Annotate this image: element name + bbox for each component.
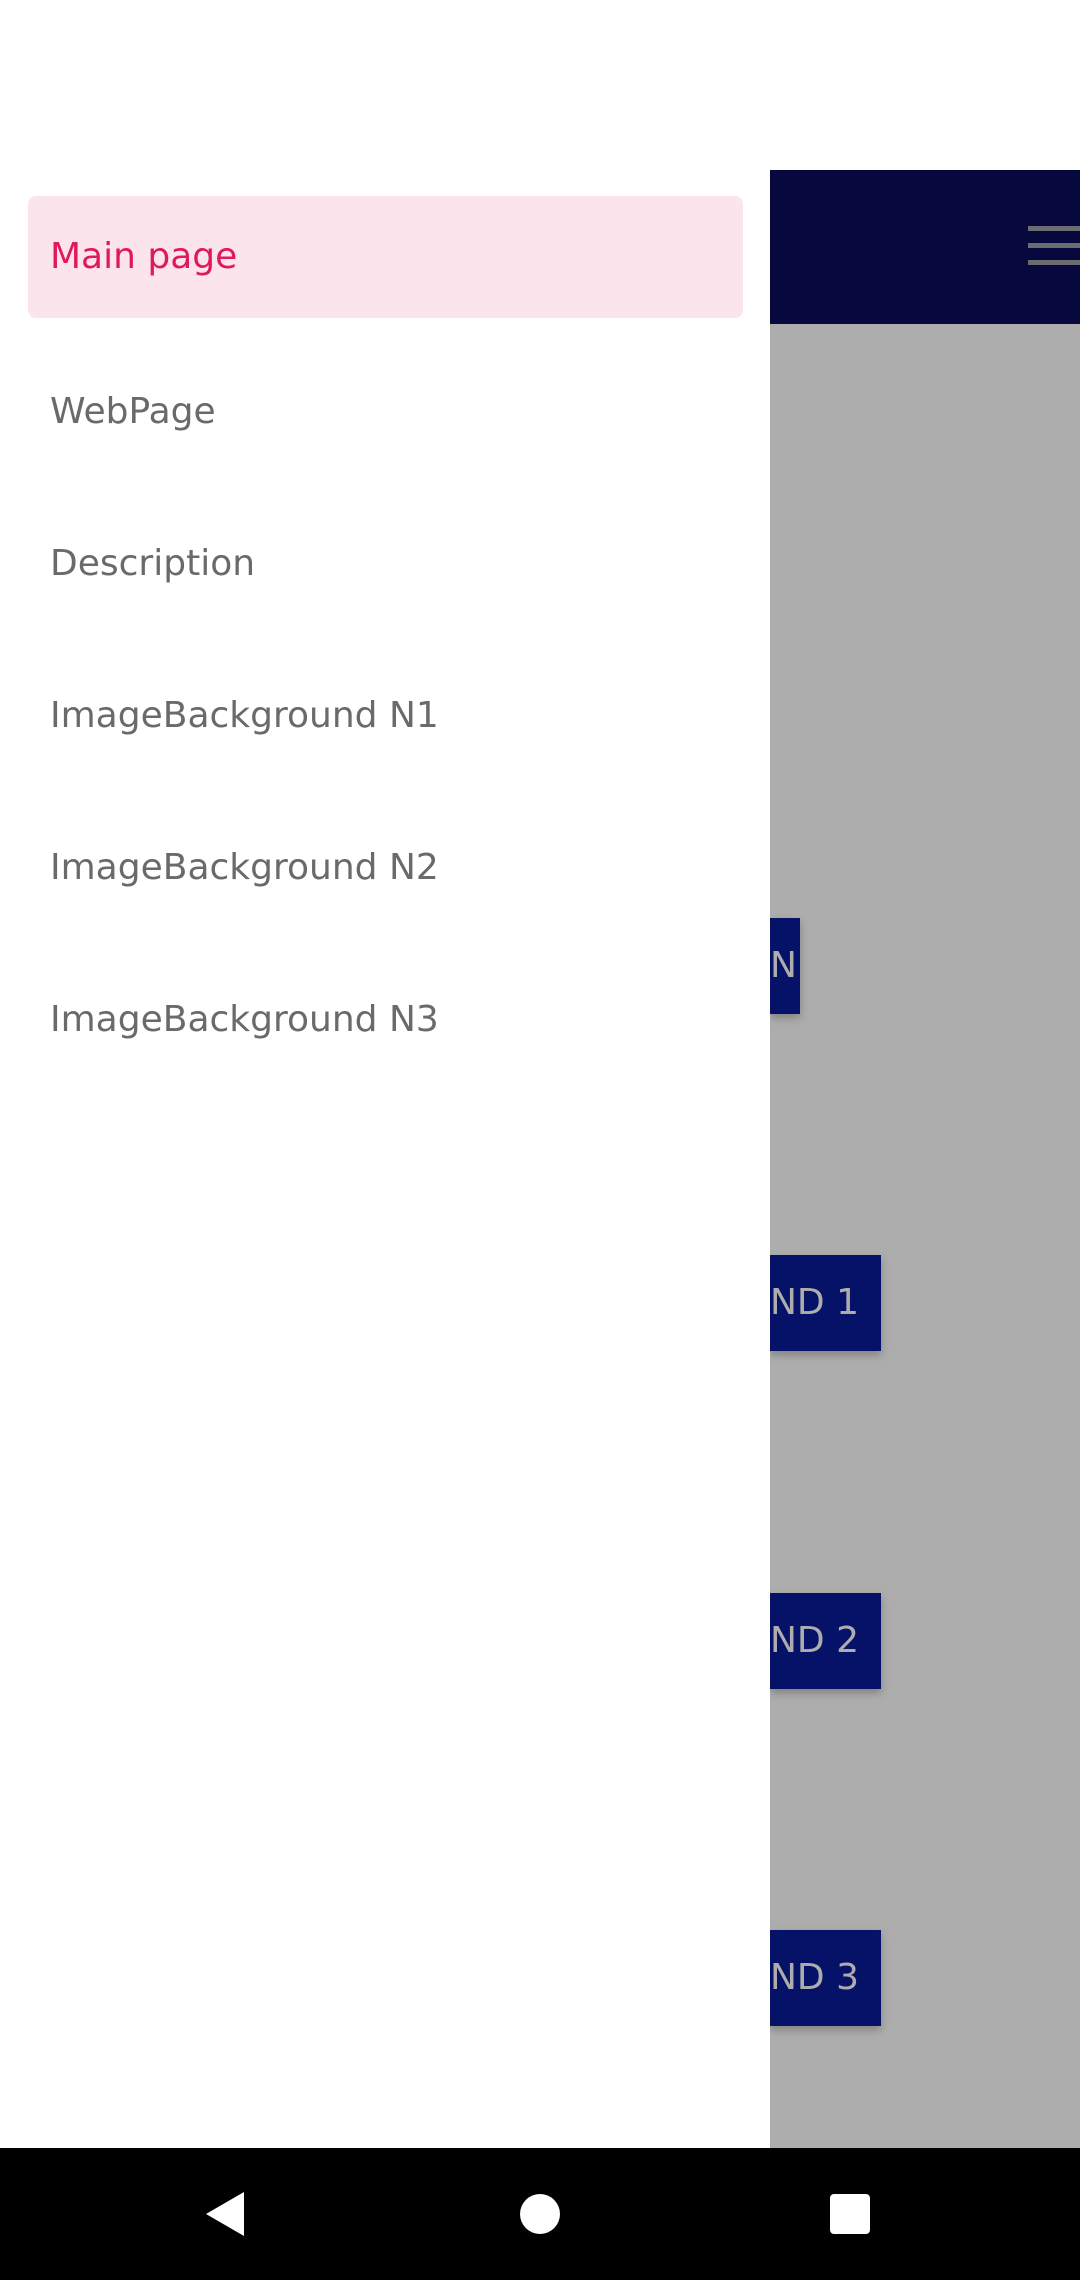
drawer-item-label: ImageBackground N1 [50, 695, 439, 736]
system-navigation-bar [0, 2148, 1080, 2280]
drawer-item-image-background-n2[interactable]: ImageBackground N2 [28, 807, 743, 929]
back-icon[interactable] [162, 2148, 294, 2280]
drawer-item-image-background-n1[interactable]: ImageBackground N1 [28, 655, 743, 777]
drawer-item-label: Main page [50, 236, 238, 277]
drawer-scrim[interactable] [770, 170, 1080, 2148]
navigation-drawer: Main page WebPage Description ImageBackg… [0, 0, 770, 2148]
recents-icon[interactable] [784, 2148, 916, 2280]
drawer-item-label: WebPage [50, 391, 216, 432]
drawer-item-main-page[interactable]: Main page [28, 196, 743, 318]
drawer-item-image-background-n3[interactable]: ImageBackground N3 [28, 959, 743, 1081]
drawer-item-webpage[interactable]: WebPage [28, 351, 743, 473]
drawer-item-label: Description [50, 543, 256, 584]
drawer-item-description[interactable]: Description [28, 503, 743, 625]
drawer-item-label: ImageBackground N3 [50, 999, 439, 1040]
drawer-item-label: ImageBackground N2 [50, 847, 439, 888]
screen: N ND 1 ND 2 ND 3 Main page WebPage Descr… [0, 0, 1080, 2280]
home-icon[interactable] [474, 2148, 606, 2280]
